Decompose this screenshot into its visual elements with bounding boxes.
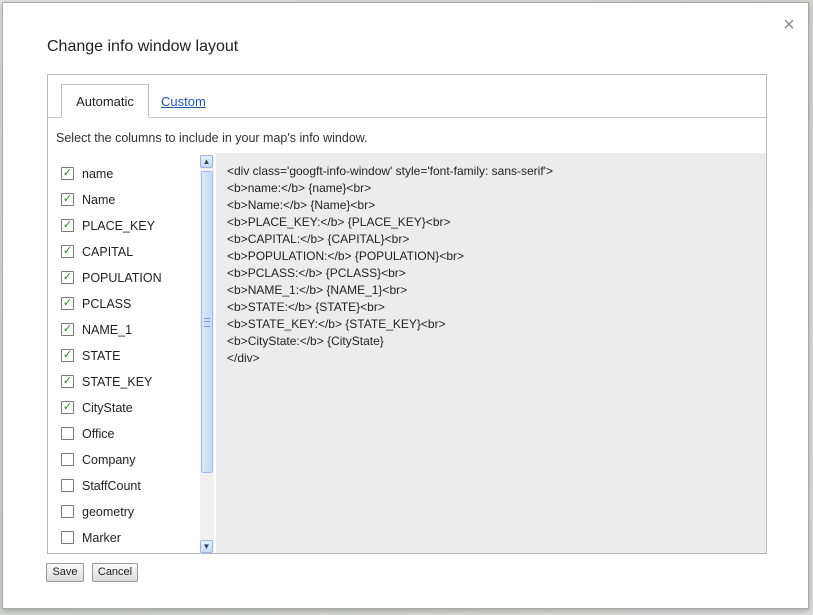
column-item[interactable]: ✓ STATE_KEY: [61, 374, 200, 394]
column-item[interactable]: Office: [61, 426, 200, 446]
checkbox-checked[interactable]: ✓: [61, 271, 74, 284]
column-list-scrollbar[interactable]: ▲ ▼: [200, 155, 214, 553]
dialog-title: Change info window layout: [47, 38, 239, 55]
code-line: <b>CAPITAL:</b> {CAPITAL}<br>: [227, 232, 410, 246]
save-button[interactable]: Save: [46, 563, 84, 582]
scroll-up-icon[interactable]: ▲: [200, 155, 213, 168]
checkbox-checked[interactable]: ✓: [61, 245, 74, 258]
column-label: CAPITAL: [82, 245, 134, 259]
column-label: Name: [82, 193, 116, 207]
info-window-layout-dialog: × Change info window layout Automatic Cu…: [2, 2, 809, 609]
column-label: NAME_1: [82, 323, 133, 337]
column-item[interactable]: ✓ CityState: [61, 400, 200, 420]
code-line: <b>PCLASS:</b> {PCLASS}<br>: [227, 266, 406, 280]
column-list: ✓ name ✓ Name ✓ PLACE_KEY ✓ CAPITAL ✓ POPULATION ✓…: [56, 155, 200, 553]
column-label: name: [82, 167, 114, 181]
code-line: </div>: [227, 351, 260, 365]
checkbox-checked[interactable]: ✓: [61, 349, 74, 362]
column-label: StaffCount: [82, 479, 141, 493]
code-line: <b>STATE:</b> {STATE}<br>: [227, 300, 385, 314]
column-item[interactable]: ✓ name: [61, 166, 200, 186]
template-code-view: <div class='googft-info-window' style='f…: [216, 153, 766, 553]
column-label: POPULATION: [82, 271, 162, 285]
checkbox-unchecked[interactable]: [61, 453, 74, 466]
checkbox-unchecked[interactable]: [61, 427, 74, 440]
column-item[interactable]: ✓ NAME_1: [61, 322, 200, 342]
code-line: <b>name:</b> {name}<br>: [227, 181, 372, 195]
checkbox-unchecked[interactable]: [61, 531, 74, 544]
column-label: Marker: [82, 531, 121, 545]
checkbox-checked[interactable]: ✓: [61, 193, 74, 206]
code-line: <b>Name:</b> {Name}<br>: [227, 198, 376, 212]
column-item[interactable]: StaffCount: [61, 478, 200, 498]
layout-panel: Automatic Custom Select the columns to i…: [47, 74, 767, 554]
checkbox-checked[interactable]: ✓: [61, 219, 74, 232]
column-item[interactable]: ✓ PLACE_KEY: [61, 218, 200, 238]
column-label: PCLASS: [82, 297, 132, 311]
tab-bar: Automatic Custom: [48, 75, 766, 118]
column-item[interactable]: ✓ CAPITAL: [61, 244, 200, 264]
instructions-text: Select the columns to include in your ma…: [56, 131, 368, 145]
checkbox-checked[interactable]: ✓: [61, 401, 74, 414]
tab-automatic[interactable]: Automatic: [61, 84, 149, 118]
column-item[interactable]: Marker: [61, 530, 200, 550]
checkbox-checked[interactable]: ✓: [61, 297, 74, 310]
column-item[interactable]: ✓ STATE: [61, 348, 200, 368]
column-label: CityState: [82, 401, 133, 415]
column-label: Office: [82, 427, 115, 441]
code-line: <b>PLACE_KEY:</b> {PLACE_KEY}<br>: [227, 215, 451, 229]
scroll-down-icon[interactable]: ▼: [200, 540, 213, 553]
checkbox-checked[interactable]: ✓: [61, 167, 74, 180]
column-item[interactable]: geometry: [61, 504, 200, 524]
column-label: STATE_KEY: [82, 375, 153, 389]
code-line: <b>STATE_KEY:</b> {STATE_KEY}<br>: [227, 317, 446, 331]
scrollbar-thumb[interactable]: [201, 171, 213, 473]
close-icon[interactable]: ×: [780, 15, 798, 35]
code-line: <b>POPULATION:</b> {POPULATION}<br>: [227, 249, 464, 263]
checkbox-unchecked[interactable]: [61, 505, 74, 518]
code-line: <b>NAME_1:</b> {NAME_1}<br>: [227, 283, 408, 297]
code-line: <div class='googft-info-window' style='f…: [227, 164, 553, 178]
cancel-button[interactable]: Cancel: [92, 563, 138, 582]
checkbox-checked[interactable]: ✓: [61, 375, 74, 388]
column-item[interactable]: ✓ PCLASS: [61, 296, 200, 316]
column-item[interactable]: Company: [61, 452, 200, 472]
code-line: <b>CityState:</b> {CityState}: [227, 334, 384, 348]
grip-icon: [204, 318, 210, 327]
column-label: STATE: [82, 349, 121, 363]
column-label: PLACE_KEY: [82, 219, 155, 233]
column-label: geometry: [82, 505, 135, 519]
tab-custom[interactable]: Custom: [161, 84, 206, 118]
column-label: Company: [82, 453, 136, 467]
column-item[interactable]: ✓ Name: [61, 192, 200, 212]
checkbox-checked[interactable]: ✓: [61, 323, 74, 336]
column-item[interactable]: ✓ POPULATION: [61, 270, 200, 290]
checkbox-unchecked[interactable]: [61, 479, 74, 492]
